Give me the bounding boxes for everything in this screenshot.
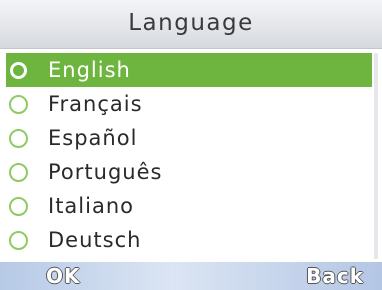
language-label: Français	[48, 92, 143, 116]
screen-title: Language	[128, 10, 254, 36]
language-label: Italiano	[48, 194, 134, 218]
radio-empty-icon	[9, 231, 28, 250]
language-label: English	[48, 58, 131, 82]
language-option-portuguese[interactable]: Português	[6, 155, 372, 189]
language-option-german[interactable]: Deutsch	[6, 223, 372, 257]
radio-empty-icon	[9, 129, 28, 148]
radio-empty-icon	[9, 163, 28, 182]
language-label: Español	[48, 126, 138, 150]
back-softkey[interactable]: Back	[306, 262, 364, 290]
radio-selected-icon	[10, 62, 27, 79]
radio-empty-icon	[9, 197, 28, 216]
language-option-spanish[interactable]: Español	[6, 121, 372, 155]
ok-softkey[interactable]: OK	[46, 262, 81, 290]
softkey-bar: OK Back	[0, 262, 382, 290]
scrollbar[interactable]	[374, 53, 378, 259]
language-label: Português	[48, 160, 163, 184]
language-label: Deutsch	[48, 228, 142, 252]
radio-empty-icon	[9, 95, 28, 114]
language-option-french[interactable]: Français	[6, 87, 372, 121]
language-list: English Français Español Português Itali…	[6, 53, 376, 259]
language-option-english[interactable]: English	[6, 53, 372, 87]
title-bar: Language	[0, 0, 382, 49]
language-option-italian[interactable]: Italiano	[6, 189, 372, 223]
